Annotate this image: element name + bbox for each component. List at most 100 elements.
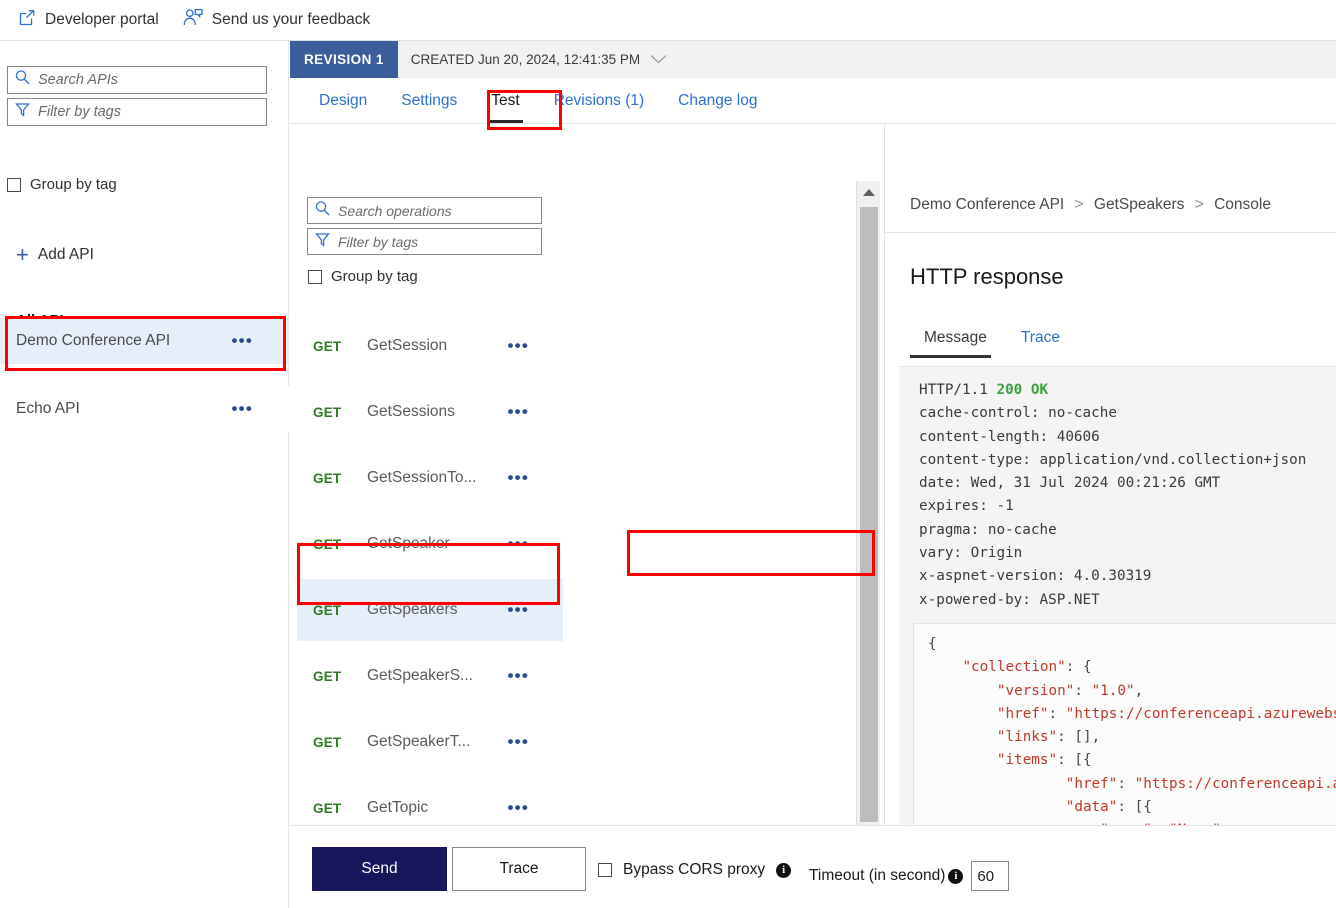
filter-operations-by-tags-input[interactable]: Filter by tags xyxy=(307,228,542,255)
sidebar-item-echo-api[interactable]: Echo API ••• xyxy=(0,386,289,432)
operation-name: GetSpeakers xyxy=(367,601,458,618)
operation-row-getspeakertopics[interactable]: GET GetSpeakerT... ••• xyxy=(297,711,563,773)
operations-panel: Search operations Filter by tags Group b… xyxy=(290,124,569,908)
filter-operations-placeholder: Filter by tags xyxy=(338,233,419,250)
group-by-tag-label: Group by tag xyxy=(331,268,418,285)
filter-icon xyxy=(314,231,331,253)
apis-sidebar: Search APIs Filter by tags Group by tag … xyxy=(0,41,289,908)
revision-created-dropdown[interactable]: CREATED Jun 20, 2024, 12:41:35 PM xyxy=(398,41,667,78)
tab-settings[interactable]: Settings xyxy=(384,78,474,123)
info-icon[interactable]: i xyxy=(776,862,792,878)
trace-button[interactable]: Trace xyxy=(452,847,586,891)
filter-by-tags-input[interactable]: Filter by tags xyxy=(7,98,267,126)
api-name: Demo Conference API xyxy=(16,332,171,349)
api-tabs: Design Settings Test Revisions (1) Chang… xyxy=(290,78,1336,124)
add-api-button[interactable]: + Add API xyxy=(16,244,94,266)
tab-trace[interactable]: Trace xyxy=(1007,329,1080,358)
scroll-up-arrow-icon[interactable] xyxy=(857,181,881,203)
http-verb: GET xyxy=(313,668,342,684)
tab-design[interactable]: Design xyxy=(302,78,384,123)
operation-name: GetSpeaker xyxy=(367,535,450,552)
sidebar-item-demo-conference-api[interactable]: Demo Conference API ••• xyxy=(0,318,289,364)
revision-badge[interactable]: REVISION 1 xyxy=(290,41,398,78)
operation-row-getsessiontopics[interactable]: GET GetSessionTo... ••• xyxy=(297,447,563,509)
breadcrumb-api[interactable]: Demo Conference API xyxy=(910,196,1064,213)
bypass-cors-proxy-checkbox[interactable]: Bypass CORS proxy i xyxy=(598,861,792,879)
operation-row-getsession[interactable]: GET GetSession ••• xyxy=(297,315,563,377)
operation-context-menu-icon[interactable]: ••• xyxy=(508,667,529,684)
developer-portal-link[interactable]: Developer portal xyxy=(6,0,171,40)
response-headers: HTTP/1.1 200 OK cache-control: no-cache … xyxy=(919,382,1307,608)
page-title: HTTP response xyxy=(910,264,1064,289)
tab-revisions[interactable]: Revisions (1) xyxy=(537,78,661,123)
timeout-label: Timeout (in second) xyxy=(809,867,946,884)
tab-change-log[interactable]: Change log xyxy=(661,78,774,123)
breadcrumb-separator: > xyxy=(1074,196,1084,213)
search-icon xyxy=(314,200,331,222)
operation-row-getspeakers[interactable]: GET GetSpeakers ••• xyxy=(297,579,563,641)
breadcrumb-separator: > xyxy=(1194,196,1204,213)
main-panel: REVISION 1 CREATED Jun 20, 2024, 12:41:3… xyxy=(290,41,1336,908)
breadcrumb: Demo Conference API > GetSpeakers > Cons… xyxy=(910,196,1271,214)
operation-name: GetSpeakerT... xyxy=(367,733,471,750)
checkbox-box xyxy=(598,863,612,877)
operation-name: GetSession xyxy=(367,337,448,354)
operation-context-menu-icon[interactable]: ••• xyxy=(508,733,529,750)
add-api-label: Add API xyxy=(37,246,94,263)
group-by-tag-checkbox-operations[interactable]: Group by tag xyxy=(308,268,418,285)
developer-portal-label: Developer portal xyxy=(45,11,159,28)
send-feedback-link[interactable]: Send us your feedback xyxy=(171,0,383,40)
operations-scrollbar[interactable] xyxy=(856,181,880,908)
console-panel: Demo Conference API > GetSpeakers > Cons… xyxy=(885,124,1336,908)
operation-row-getspeakersessions[interactable]: GET GetSpeakerS... ••• xyxy=(297,645,563,707)
operation-context-menu-icon[interactable]: ••• xyxy=(508,601,529,618)
api-context-menu-icon[interactable]: ••• xyxy=(232,332,253,349)
chevron-down-icon xyxy=(650,52,667,67)
http-verb: GET xyxy=(313,338,342,354)
http-verb: GET xyxy=(313,470,342,486)
group-by-tag-label: Group by tag xyxy=(30,176,117,193)
http-verb: GET xyxy=(313,800,342,816)
api-name: Echo API xyxy=(16,400,80,417)
operation-row-getsessions[interactable]: GET GetSessions ••• xyxy=(297,381,563,443)
send-button[interactable]: Send xyxy=(312,847,447,891)
operation-row-getspeaker[interactable]: GET GetSpeaker ••• xyxy=(297,513,563,575)
search-operations-placeholder: Search operations xyxy=(338,202,452,219)
operation-context-menu-icon[interactable]: ••• xyxy=(508,469,529,486)
top-bar: Developer portal Send us your feedback xyxy=(0,0,1336,41)
breadcrumb-operation[interactable]: GetSpeakers xyxy=(1094,196,1184,213)
checkbox-box xyxy=(7,177,21,192)
scrollbar-thumb[interactable] xyxy=(860,207,878,822)
api-context-menu-icon[interactable]: ••• xyxy=(232,400,253,417)
operation-context-menu-icon[interactable]: ••• xyxy=(508,799,529,816)
revision-bar: REVISION 1 CREATED Jun 20, 2024, 12:41:3… xyxy=(290,41,1336,78)
timeout-input[interactable] xyxy=(971,861,1010,891)
tab-test[interactable]: Test xyxy=(474,78,536,123)
response-message-pane: HTTP/1.1 200 OK cache-control: no-cache … xyxy=(899,366,1336,874)
operation-context-menu-icon[interactable]: ••• xyxy=(508,535,529,552)
http-verb: GET xyxy=(313,536,342,552)
http-verb: GET xyxy=(313,734,342,750)
tab-message[interactable]: Message xyxy=(910,329,1007,358)
operation-context-menu-icon[interactable]: ••• xyxy=(508,337,529,354)
info-icon[interactable]: i xyxy=(948,868,964,884)
feedback-person-icon xyxy=(183,8,203,32)
plus-icon: + xyxy=(16,242,29,267)
console-action-bar: Send Trace Bypass CORS proxy i Timeout (… xyxy=(290,825,1336,908)
search-apis-placeholder: Search APIs xyxy=(38,72,119,88)
operation-name: GetTopic xyxy=(367,799,429,816)
search-apis-input[interactable]: Search APIs xyxy=(7,66,267,94)
search-icon xyxy=(14,69,31,91)
http-verb: GET xyxy=(313,602,342,618)
operation-context-menu-icon[interactable]: ••• xyxy=(508,403,529,420)
filter-icon xyxy=(14,101,31,123)
http-verb: GET xyxy=(313,404,342,420)
group-by-tag-checkbox-apis[interactable]: Group by tag xyxy=(7,176,117,193)
timeout-control: Timeout (in second) i xyxy=(809,861,1010,891)
search-operations-input[interactable]: Search operations xyxy=(307,197,542,224)
send-feedback-label: Send us your feedback xyxy=(211,11,371,28)
filter-tags-placeholder: Filter by tags xyxy=(38,104,121,120)
operation-name: GetSpeakerS... xyxy=(367,667,473,684)
operation-name: GetSessionTo... xyxy=(367,469,477,486)
revision-created-label: CREATED Jun 20, 2024, 12:41:35 PM xyxy=(410,52,641,67)
